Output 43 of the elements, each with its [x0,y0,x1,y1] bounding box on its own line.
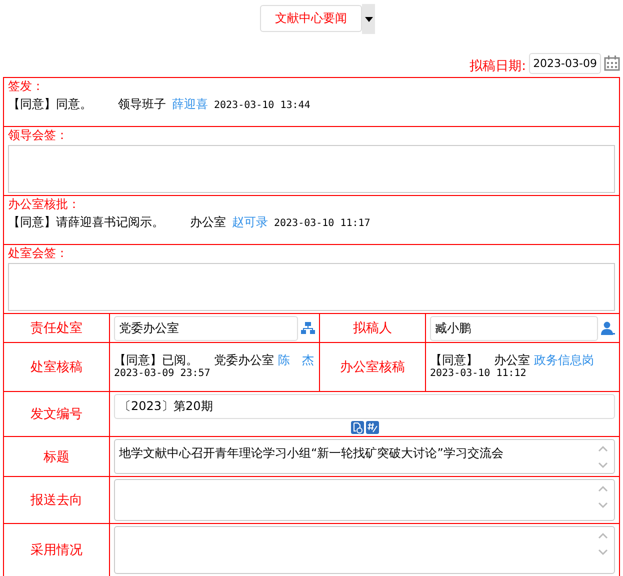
opinion-text: 【同意】 [430,353,478,367]
date-label: 拟稿日期: [470,58,526,75]
unit-name: 领导班子 [118,96,166,113]
comment-field[interactable] [8,263,615,311]
comment-field[interactable] [8,145,615,193]
date-field[interactable]: 2023-03-09 [529,52,601,74]
section-label: 签发： [8,79,45,93]
opinion-text: 【同意】同意。 [8,96,92,113]
dropdown-button[interactable] [362,4,375,34]
field-label: 责任处室 [30,320,82,337]
input-field[interactable]: 党委办公室 [114,316,298,340]
unit-name: 党委办公室 [214,353,274,367]
field-label: 办公室核稿 [340,359,405,376]
field-label: 标题 [44,448,70,466]
timestamp: 2023-03-10 13:44 [214,100,310,111]
section-label: 领导会签： [8,128,69,142]
title-text: 地学文献中心召开青年理论学习小组“新一轮找矿突破大讨论”学习交流会 [119,445,504,462]
opinion-text: 【同意】请薛迎喜书记阅示。 [8,214,164,231]
opinion-text: 【同意】已阅。 [114,353,198,367]
field-label: 发文编号 [30,406,82,423]
numbering-icon[interactable] [366,421,378,434]
text-area[interactable] [114,526,615,574]
field-label: 拟稿人 [353,320,392,337]
section-label: 处室会签： [8,246,69,260]
field-label: 报送去向 [30,492,82,509]
timestamp: 2023-03-09 23:57 [114,367,210,381]
input-field[interactable]: 〔2023〕第20期 [114,394,615,419]
org-chart-icon[interactable] [301,321,315,335]
calendar-icon[interactable] [604,55,620,71]
user-icon[interactable] [601,321,615,335]
add-document-icon[interactable] [350,421,364,434]
unit-name: 办公室 [494,353,530,367]
caret-icon [364,16,372,22]
field-label: 采用情况 [30,542,82,559]
field-label: 处室核稿 [30,359,82,376]
timestamp: 2023-03-10 11:12 [430,367,526,381]
text-area[interactable] [114,479,615,521]
section-label: 办公室核批： [8,197,81,211]
unit-name: 办公室 [190,214,226,231]
timestamp: 2023-03-10 11:17 [274,218,370,229]
text-area[interactable]: 地学文献中心召开青年理论学习小组“新一轮找矿突破大讨论”学习交流会 [114,439,615,474]
category-dropdown[interactable]: 文献中心要闻 [260,5,362,32]
input-field[interactable]: 臧小鹏 [430,316,598,340]
